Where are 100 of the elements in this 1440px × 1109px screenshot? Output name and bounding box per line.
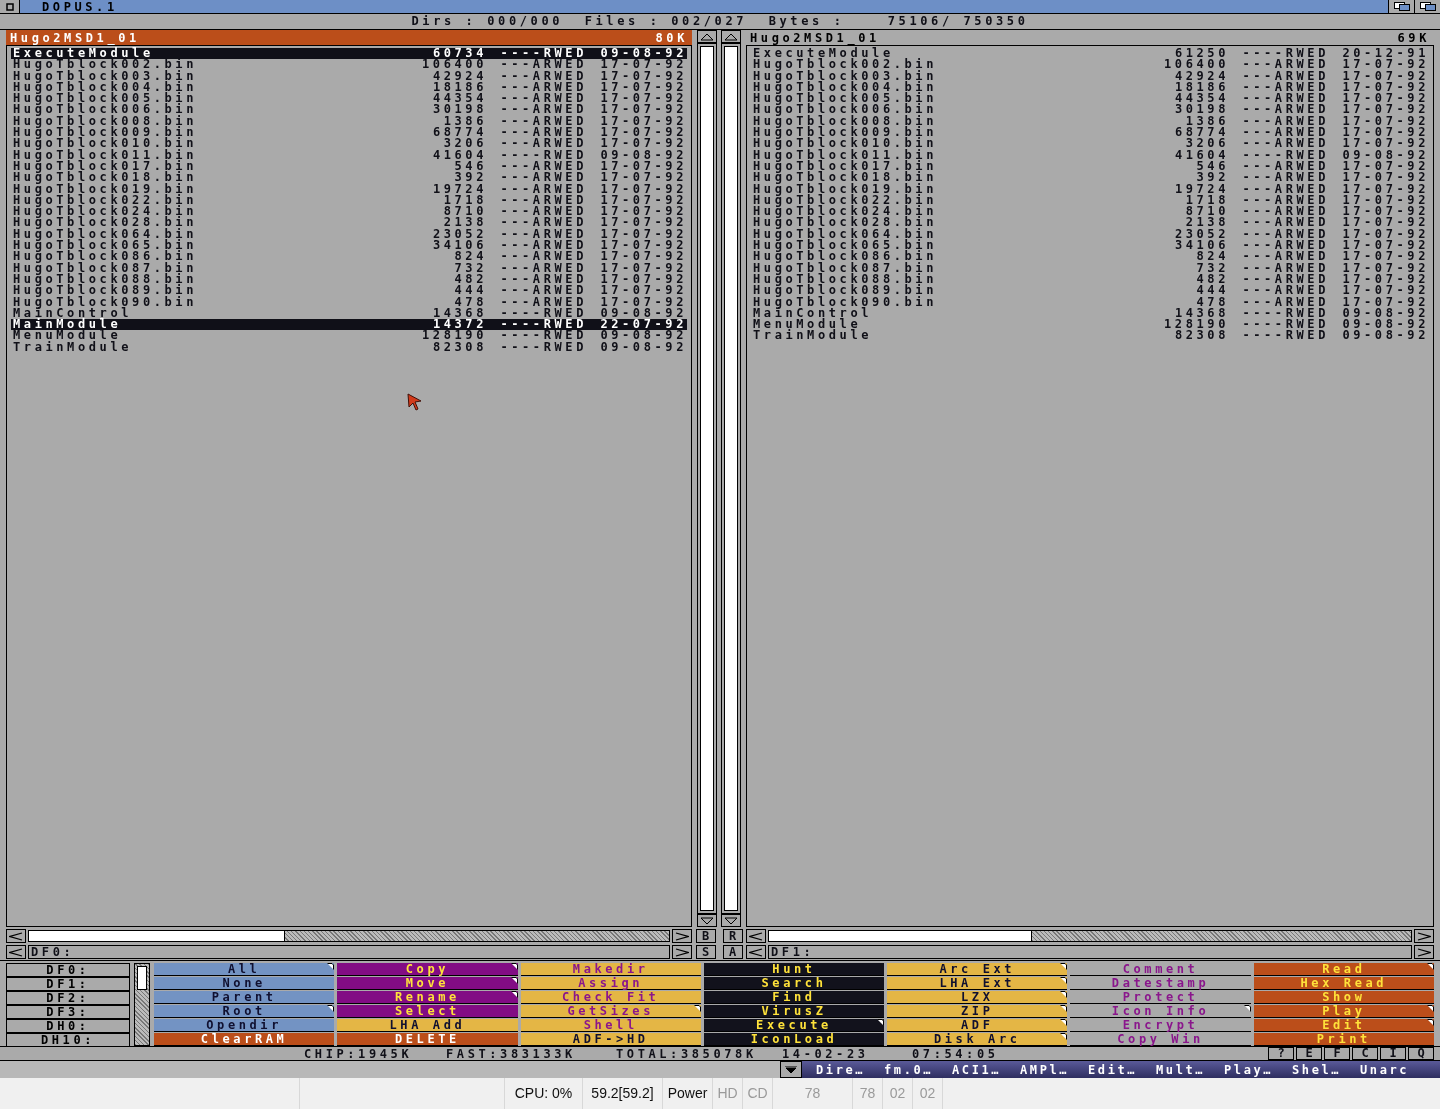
command-button[interactable]: Comment xyxy=(1070,963,1251,976)
scroll-up-button[interactable] xyxy=(697,30,717,43)
file-row[interactable]: HugoTblock002.bin 106400 ---ARWED 17-07-92 xyxy=(751,59,1429,71)
drive-button[interactable]: DH10: xyxy=(6,1033,130,1047)
mode-button[interactable]: B xyxy=(695,929,716,943)
scroll-left-button[interactable] xyxy=(746,929,766,943)
file-row[interactable]: HugoTblock009.bin 68774 ---ARWED 17-07-92 xyxy=(751,127,1429,139)
scroll-right-button[interactable] xyxy=(1414,929,1434,943)
scroll-right-button[interactable] xyxy=(672,929,692,943)
mode-button[interactable]: R xyxy=(722,929,743,943)
file-row[interactable]: HugoTblock088.bin 482 ---ARWED 17-07-92 xyxy=(11,273,687,286)
task-button[interactable]: Unarc xyxy=(1360,1063,1426,1076)
command-button[interactable]: Print xyxy=(1253,1033,1434,1046)
command-button[interactable]: Hex Read xyxy=(1253,977,1434,990)
command-button[interactable]: DELETE xyxy=(337,1033,518,1046)
command-button[interactable]: ZIP xyxy=(887,1005,1068,1018)
command-button[interactable]: LHA Ext xyxy=(887,977,1068,990)
scroll-thumb[interactable] xyxy=(769,931,1033,941)
command-button[interactable]: GetSizes xyxy=(520,1005,701,1018)
file-row[interactable]: HugoTblock004.bin 18186 ---ARWED 17-07-92 xyxy=(11,81,687,94)
file-row[interactable]: HugoTblock003.bin 42924 ---ARWED 17-07-92 xyxy=(11,70,687,82)
file-row[interactable]: HugoTblock086.bin 824 ---ARWED 17-07-92 xyxy=(751,251,1429,263)
toolbar-button[interactable]: F xyxy=(1324,1047,1350,1060)
command-button[interactable]: Disk Arc xyxy=(887,1033,1068,1046)
command-button[interactable]: VirusZ xyxy=(703,1005,885,1018)
command-button[interactable]: Protect xyxy=(1070,991,1251,1004)
command-button[interactable]: LZX xyxy=(887,991,1068,1004)
file-row[interactable]: HugoTblock024.bin 8710 ---ARWED 17-07-92 xyxy=(11,206,687,218)
task-button[interactable]: Play… xyxy=(1224,1063,1290,1076)
path-right-button[interactable] xyxy=(672,945,692,959)
task-button[interactable]: Dire… xyxy=(816,1063,882,1076)
scroll-left-button[interactable] xyxy=(6,929,26,943)
file-row[interactable]: HugoTblock064.bin 23052 ---ARWED 17-07-92 xyxy=(751,228,1429,241)
command-button[interactable]: Play xyxy=(1253,1005,1434,1018)
file-row[interactable]: HugoTblock019.bin 19724 ---ARWED 17-07-92 xyxy=(751,183,1429,195)
command-button[interactable]: All xyxy=(154,963,335,976)
file-row[interactable]: HugoTblock017.bin 546 ---ARWED 17-07-92 xyxy=(751,160,1429,173)
toolbar-button[interactable]: ? xyxy=(1268,1047,1294,1060)
path-left-button[interactable] xyxy=(6,945,26,959)
file-row[interactable]: HugoTblock006.bin 30198 ---ARWED 17-07-92 xyxy=(751,104,1429,116)
drive-button[interactable]: DF2: xyxy=(6,991,130,1005)
file-row[interactable]: HugoTblock024.bin 8710 ---ARWED 17-07-92 xyxy=(751,206,1429,218)
command-button[interactable]: ADF->HD xyxy=(520,1033,701,1046)
toolbar-button[interactable]: Q xyxy=(1408,1047,1434,1060)
drive-button[interactable]: DF1: xyxy=(6,977,130,991)
command-button[interactable]: Root xyxy=(154,1005,335,1018)
command-button[interactable]: ADF xyxy=(887,1019,1068,1032)
drive-button[interactable]: DF0: xyxy=(6,963,130,977)
file-row[interactable]: HugoTblock065.bin 34106 ---ARWED 17-07-92 xyxy=(11,240,687,252)
command-button[interactable]: Assign xyxy=(520,977,701,990)
toolbar-button[interactable]: C xyxy=(1352,1047,1378,1060)
file-row[interactable]: HugoTblock004.bin 18186 ---ARWED 17-07-92 xyxy=(751,81,1429,94)
file-row[interactable]: HugoTblock028.bin 2138 ---ARWED 17-07-92 xyxy=(11,217,687,229)
command-button[interactable]: Makedir xyxy=(520,963,701,976)
command-button[interactable]: Parent xyxy=(154,991,335,1004)
scroll-down-button[interactable] xyxy=(721,914,741,927)
file-row[interactable]: HugoTblock087.bin 732 ---ARWED 17-07-92 xyxy=(11,262,687,274)
command-button[interactable]: None xyxy=(154,977,335,990)
close-button[interactable] xyxy=(0,0,20,13)
file-row[interactable]: TrainModule 82308 ----RWED 09-08-92 xyxy=(11,341,687,353)
command-button[interactable]: Execute xyxy=(703,1019,885,1032)
mode-button[interactable]: S xyxy=(695,945,716,959)
file-row[interactable]: HugoTblock009.bin 68774 ---ARWED 17-07-92 xyxy=(11,127,687,139)
drive-button[interactable]: DH0: xyxy=(6,1019,130,1033)
depth-button[interactable] xyxy=(1388,0,1414,13)
task-button[interactable]: AMPl… xyxy=(1020,1063,1086,1076)
command-button[interactable]: Hunt xyxy=(703,963,885,976)
file-row[interactable]: TrainModule 82308 ----RWED 09-08-92 xyxy=(751,330,1429,342)
file-row[interactable]: HugoTblock088.bin 482 ---ARWED 17-07-92 xyxy=(751,273,1429,286)
file-row[interactable]: HugoTblock022.bin 1718 ---ARWED 17-07-92 xyxy=(751,194,1429,207)
command-button[interactable]: Find xyxy=(703,991,885,1004)
file-row[interactable]: HugoTblock003.bin 42924 ---ARWED 17-07-92 xyxy=(751,70,1429,82)
file-row[interactable]: HugoTblock017.bin 546 ---ARWED 17-07-92 xyxy=(11,160,687,173)
file-row[interactable]: HugoTblock089.bin 444 ---ARWED 17-07-92 xyxy=(751,285,1429,297)
zoom-button[interactable] xyxy=(1414,0,1440,13)
file-row[interactable]: HugoTblock010.bin 3206 ---ARWED 17-07-92 xyxy=(751,138,1429,150)
task-button[interactable]: Mult… xyxy=(1156,1063,1222,1076)
command-button[interactable]: IconLoad xyxy=(703,1033,885,1046)
command-button[interactable]: Check Fit xyxy=(520,991,701,1004)
path-right-button[interactable] xyxy=(1414,945,1434,959)
file-row[interactable]: HugoTblock018.bin 392 ---ARWED 17-07-92 xyxy=(751,172,1429,184)
file-row[interactable]: HugoTblock018.bin 392 ---ARWED 17-07-92 xyxy=(11,172,687,184)
command-button[interactable]: Copy xyxy=(337,963,518,976)
command-button[interactable]: Move xyxy=(337,977,518,990)
file-row[interactable]: HugoTblock065.bin 34106 ---ARWED 17-07-92 xyxy=(751,240,1429,252)
command-button[interactable]: Copy Win xyxy=(1070,1033,1251,1046)
file-row[interactable]: HugoTblock005.bin 44354 ---ARWED 17-07-92 xyxy=(751,93,1429,105)
command-button[interactable]: Encrypt xyxy=(1070,1019,1251,1032)
file-row[interactable]: HugoTblock064.bin 23052 ---ARWED 17-07-92 xyxy=(11,228,687,241)
command-button[interactable]: ClearRAM xyxy=(154,1033,335,1046)
path-field[interactable]: DF0: xyxy=(28,945,670,959)
task-button[interactable]: Shel… xyxy=(1292,1063,1358,1076)
toolbar-button[interactable]: E xyxy=(1296,1047,1322,1060)
dropdown-button[interactable] xyxy=(780,1061,802,1078)
file-row[interactable]: HugoTblock089.bin 444 ---ARWED 17-07-92 xyxy=(11,285,687,297)
command-button[interactable]: LHA Add xyxy=(337,1019,518,1032)
file-row[interactable]: HugoTblock008.bin 1386 ---ARWED 17-07-92 xyxy=(11,115,687,128)
file-row[interactable]: HugoTblock011.bin 41604 ----RWED 09-08-92 xyxy=(11,149,687,161)
file-row[interactable]: HugoTblock008.bin 1386 ---ARWED 17-07-92 xyxy=(751,115,1429,128)
file-row[interactable]: HugoTblock087.bin 732 ---ARWED 17-07-92 xyxy=(751,262,1429,274)
